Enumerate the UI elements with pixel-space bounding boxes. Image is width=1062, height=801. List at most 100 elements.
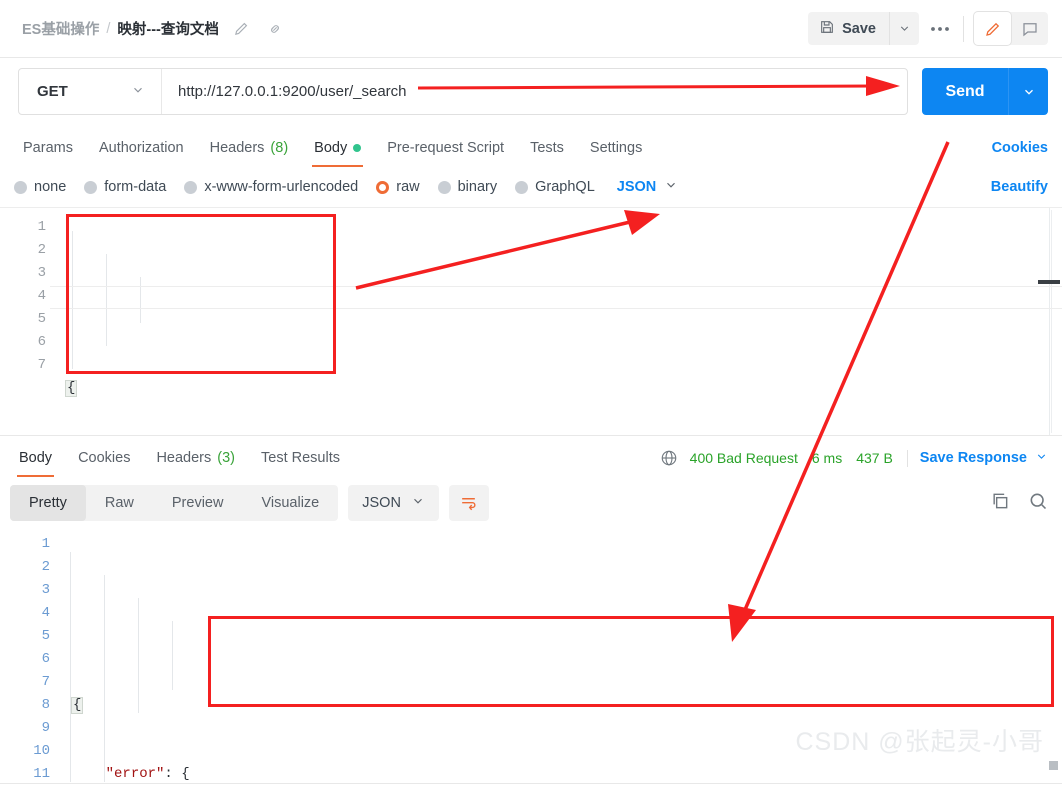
line-number: 7 [41,674,50,690]
body-type-urlencoded[interactable]: x-www-form-urlencoded [184,179,358,195]
tab-settings-label: Settings [589,140,643,156]
save-response-button[interactable]: Save Response [920,450,1048,467]
resize-grip[interactable] [1049,761,1058,770]
indent-guide [140,277,141,323]
save-response-label: Save Response [919,450,1027,466]
body-type-urlencoded-label: x-www-form-urlencoded [204,179,359,195]
code-line-1: { [65,380,78,397]
request-code-lines[interactable]: { ····"query"·:·{ ········"match"·:·{ ··… [50,208,1062,435]
tab-headers[interactable]: Headers (8) [197,140,302,167]
line-number: 6 [41,651,50,667]
response-tab-test-results-label: Test Results [261,450,340,466]
request-tabs: Params Authorization Headers (8) Body Pr… [0,125,1062,167]
response-tabs: Body Cookies Headers (3) Test Results [0,450,353,477]
breadcrumb: ES基础操作 / 映射---查询文档 [22,18,285,39]
chevron-down-icon [411,494,425,512]
request-body-editor[interactable]: 1 2 3 4 5 6 7 { ····"query"·:·{ ········… [0,207,1062,435]
tab-tests-label: Tests [530,140,564,156]
cookies-link[interactable]: Cookies [992,140,1048,167]
save-button[interactable]: Save [808,12,889,45]
indent-guide [104,575,105,782]
active-line-highlight [50,286,1062,309]
response-code-area: 1 2 3 4 5 6 7 8 9 10 11 { "error": { "ro… [0,529,1062,784]
line-number: 5 [37,311,46,327]
indent-guide [172,621,173,690]
breadcrumb-collection[interactable]: ES基础操作 [22,18,99,39]
send-group: Send [922,68,1048,115]
http-method-value: GET [37,83,68,100]
line-number: 3 [41,582,50,598]
search-icon[interactable] [1028,491,1048,516]
body-type-none-label: none [34,179,67,195]
chevron-down-icon [1035,450,1048,467]
url-bar: GET Send [0,58,1062,125]
breadcrumb-separator: / [106,20,111,37]
line-number: 9 [41,720,50,736]
body-format-select[interactable]: JSON [617,178,679,196]
line-number: 1 [37,219,46,235]
indent-guide [72,231,73,369]
body-type-form-data[interactable]: form-data [84,179,166,195]
save-dropdown-button[interactable] [889,12,919,45]
link-icon[interactable] [265,19,285,39]
send-button[interactable]: Send [922,68,1008,115]
copy-icon[interactable] [990,491,1010,516]
meta-divider [906,449,908,467]
response-line-numbers: 1 2 3 4 5 6 7 8 9 10 11 [0,529,62,784]
body-has-content-dot [353,144,362,152]
globe-icon[interactable] [660,449,678,467]
send-dropdown-button[interactable] [1008,68,1048,115]
edit-mode-toggle[interactable] [974,12,1011,45]
line-number: 4 [41,605,50,621]
beautify-link[interactable]: Beautify [991,179,1048,195]
tab-params[interactable]: Params [10,140,86,167]
view-mode-visualize[interactable]: Visualize [242,485,338,521]
tab-tests[interactable]: Tests [517,140,577,167]
response-line-2: "error": { [105,766,190,782]
more-options-button[interactable] [919,12,961,45]
request-line-numbers: 1 2 3 4 5 6 7 [0,208,58,435]
tab-headers-count: (8) [270,140,289,156]
http-method-select[interactable]: GET [19,69,162,114]
radio-icon [84,180,98,194]
line-number: 1 [41,536,50,552]
response-code-lines[interactable]: { "error": { "root_cause": [ { "type": "… [62,529,1062,784]
tab-authorization-label: Authorization [98,140,184,156]
view-toggle-group [974,12,1048,45]
body-type-graphql[interactable]: GraphQL [515,179,595,195]
response-size: 437 B [856,450,893,466]
response-tab-headers-label: Headers [156,450,212,466]
url-input[interactable] [162,69,907,114]
body-type-binary[interactable]: binary [437,179,497,195]
tab-authorization[interactable]: Authorization [86,140,197,167]
response-tab-body[interactable]: Body [6,450,65,477]
page-title[interactable]: 映射---查询文档 [117,18,219,39]
response-format-value: JSON [362,495,401,511]
chevron-down-icon [131,83,145,101]
body-type-graphql-label: GraphQL [535,179,595,195]
tab-pre-request-script-label: Pre-request Script [387,140,505,156]
comment-mode-toggle[interactable] [1011,12,1048,45]
tab-headers-label: Headers [209,140,265,156]
line-number: 3 [37,265,46,281]
pencil-icon[interactable] [232,19,252,39]
tab-pre-request-script[interactable]: Pre-request Script [374,140,517,167]
response-format-select[interactable]: JSON [348,485,439,521]
chevron-down-icon [664,178,678,196]
word-wrap-icon[interactable] [448,485,489,521]
body-type-raw[interactable]: raw [376,179,420,195]
response-tab-test-results[interactable]: Test Results [248,450,353,477]
tab-settings[interactable]: Settings [577,140,655,167]
body-type-none[interactable]: none [14,179,66,195]
response-meta: 400 Bad Request 6 ms 437 B Save Response [660,449,1048,477]
radio-icon [14,180,27,194]
tab-body[interactable]: Body [301,140,374,167]
response-body-viewer[interactable]: 1 2 3 4 5 6 7 8 9 10 11 { "error": { "ro… [0,529,1062,784]
view-mode-raw[interactable]: Raw [86,485,153,521]
response-tab-headers[interactable]: Headers (3) [143,450,248,477]
response-tab-cookies[interactable]: Cookies [65,450,143,477]
response-toolbar: Pretty Raw Preview Visualize JSON [0,477,1062,529]
line-number: 5 [41,628,50,644]
view-mode-pretty[interactable]: Pretty [10,485,86,521]
view-mode-preview[interactable]: Preview [153,485,243,521]
